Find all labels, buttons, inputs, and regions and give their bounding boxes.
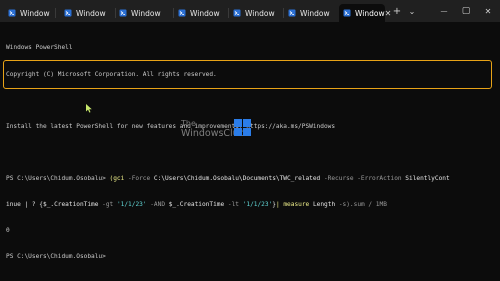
- title-bar: Window Window Window Window Window Windo…: [0, 0, 500, 22]
- watermark-logo: The WindowsClub: [181, 119, 253, 145]
- tab-label: Window: [355, 8, 385, 18]
- powershell-icon: [233, 9, 241, 17]
- cmd-token: -AND: [146, 200, 169, 208]
- cmd-token: inue: [6, 200, 21, 208]
- powershell-icon: [288, 9, 296, 17]
- powershell-icon: [119, 9, 127, 17]
- cmd-token: '1/1/23': [116, 200, 147, 208]
- powershell-icon: [178, 9, 186, 17]
- close-window-button[interactable]: ✕: [480, 3, 496, 19]
- tab-window-6[interactable]: Window: [284, 4, 338, 22]
- cmd-token: $_.CreationTime: [168, 200, 225, 208]
- cmd-token: C:\Users\Chidum.Osobalu\Documents\TWC_re…: [153, 174, 321, 182]
- tab-window-2[interactable]: Window: [60, 4, 114, 22]
- cmd-token: -Recurse -ErrorAction: [320, 174, 406, 182]
- command-highlight-box: [3, 60, 492, 89]
- tab-label: Window: [20, 8, 50, 18]
- tab-window-active[interactable]: Window ✕: [339, 4, 391, 22]
- header-line: Windows PowerShell: [6, 44, 73, 52]
- cmd-token: | measure: [275, 200, 313, 208]
- cmd-token: -Force: [124, 174, 154, 182]
- dropdown-chevron-icon[interactable]: ⌄: [406, 3, 418, 19]
- cmd-token: Length: [312, 200, 336, 208]
- cmd-token: -gt: [98, 200, 117, 208]
- powershell-icon: [343, 9, 351, 17]
- command-line-1: PS C:\Users\Chidum.Osobalu> (gci -Force …: [6, 175, 496, 184]
- minimize-button[interactable]: —: [436, 3, 452, 19]
- mouse-cursor-icon: [86, 104, 92, 113]
- tab-label: Window: [76, 8, 106, 18]
- powershell-icon: [64, 9, 72, 17]
- cmd-token: -lt: [224, 200, 243, 208]
- prompt-line: PS C:\Users\Chidum.Osobalu>: [6, 253, 106, 261]
- tab-separator: [55, 8, 56, 18]
- maximize-button[interactable]: ▢: [458, 3, 474, 19]
- result-value: 0: [6, 227, 10, 235]
- tab-window-3[interactable]: Window: [115, 4, 170, 22]
- cmd-token: '1/1/23': [242, 200, 273, 208]
- tab-label: Window: [245, 8, 275, 18]
- tab-window-5[interactable]: Window: [229, 4, 283, 22]
- cmd-token: | ?: [20, 200, 40, 208]
- watermark-text-the: The: [181, 119, 196, 128]
- windows-logo-icon: [234, 119, 251, 136]
- tab-window-1[interactable]: Window: [4, 4, 52, 22]
- cmd-token: (gci: [109, 174, 125, 182]
- prompt: PS C:\Users\Chidum.Osobalu>: [6, 174, 110, 182]
- tab-label: Window: [300, 8, 330, 18]
- powershell-icon: [8, 9, 16, 17]
- tab-label: Window: [131, 8, 161, 18]
- cmd-token: -s).sum / 1MB: [335, 200, 387, 208]
- cmd-token: SilentlyCont: [405, 174, 450, 182]
- cmd-token: {$_.CreationTime: [39, 200, 99, 208]
- tab-window-4[interactable]: Window: [174, 4, 228, 22]
- command-line-2: inue | ? {$_.CreationTime -gt '1/1/23' -…: [6, 201, 496, 210]
- tab-label: Window: [190, 8, 220, 18]
- new-tab-button[interactable]: +: [390, 3, 404, 19]
